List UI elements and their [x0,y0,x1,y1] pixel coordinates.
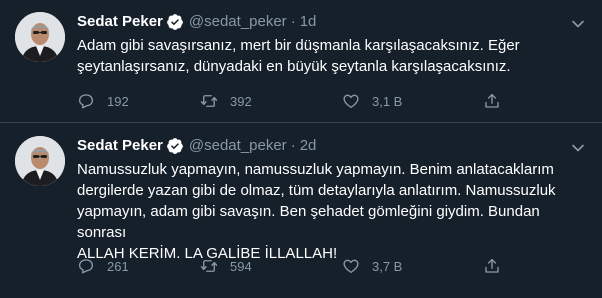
tweet-actions: 261 594 3,7 B [77,256,577,276]
reply-button[interactable]: 192 [77,91,129,111]
heart-icon [342,92,360,110]
verified-badge-icon [166,137,184,155]
tweet-divider [0,122,602,123]
retweet-count: 594 [230,258,252,274]
like-count: 3,1 B [372,93,403,109]
tweet-text: Namussuzluk yapmayın, namussuzluk yapmay… [77,159,587,264]
separator-dot: · [290,137,296,154]
retweet-icon [200,257,218,275]
reply-count: 261 [107,258,129,274]
like-count: 3,7 B [372,258,403,274]
retweet-button[interactable]: 392 [200,91,252,111]
author-handle[interactable]: @sedat_peker [189,12,287,32]
share-button[interactable] [483,91,501,111]
tweet-text-line: yapmayın, adam gibi savaşın. Ben şehadet… [77,203,540,241]
tweet-text-line: Namussuzluk yapmayın, namussuzluk yapmay… [77,161,554,178]
share-upload-icon [483,257,501,275]
tweet-text-line: şeytanlaşırsanız, dünyadaki en büyük şey… [77,58,511,75]
tweet-text-line: Adam gibi savaşırsanız, mert bir düşmanl… [77,37,520,54]
share-upload-icon [483,92,501,110]
author-handle[interactable]: @sedat_peker [189,136,287,156]
avatar[interactable] [15,12,65,62]
tweet-feed: Sedat Peker @sedat_peker · 1d Adam gibi … [0,0,602,298]
like-button[interactable]: 3,1 B [342,91,402,111]
retweet-count: 392 [230,93,252,109]
reply-count: 192 [107,93,129,109]
tweet-timestamp[interactable]: 2d [300,136,317,156]
share-button[interactable] [483,256,501,276]
retweet-button[interactable]: 594 [200,256,252,276]
author-name[interactable]: Sedat Peker [77,12,163,32]
tweet-timestamp[interactable]: 1d [300,12,317,32]
tweet[interactable]: Sedat Peker @sedat_peker · 1d Adam gibi … [0,0,602,123]
tweet[interactable]: Sedat Peker @sedat_peker · 2d Namussuzlu… [0,124,602,298]
tweet-text: Adam gibi savaşırsanız, mert bir düşmanl… [77,35,587,77]
tweet-actions: 192 392 3,1 B [77,91,577,111]
reply-button[interactable]: 261 [77,256,129,276]
reply-bubble-icon [77,92,95,110]
more-chevron-icon[interactable] [568,14,588,34]
reply-bubble-icon [77,257,95,275]
tweet-header: Sedat Peker @sedat_peker · 1d [77,12,316,32]
heart-icon [342,257,360,275]
avatar[interactable] [15,136,65,186]
author-name[interactable]: Sedat Peker [77,136,163,156]
separator-dot: · [290,13,296,30]
verified-badge-icon [166,13,184,31]
tweet-header: Sedat Peker @sedat_peker · 2d [77,136,316,156]
tweet-text-line: dergilerde yazan gibi de olmaz, tüm deta… [77,182,556,199]
more-chevron-icon[interactable] [568,138,588,158]
like-button[interactable]: 3,7 B [342,256,402,276]
retweet-icon [200,92,218,110]
